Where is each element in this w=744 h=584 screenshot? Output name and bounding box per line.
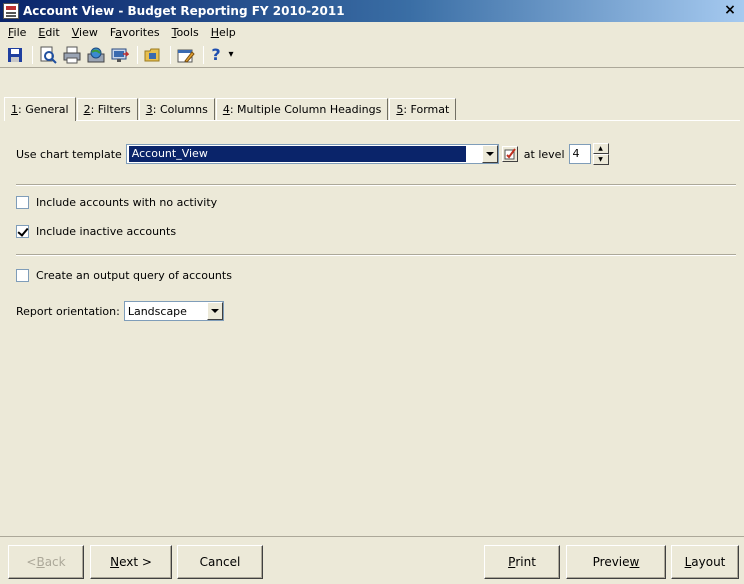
menu-help[interactable]: Help xyxy=(205,26,242,39)
app-icon xyxy=(3,3,19,19)
toolbar: ? ▾ xyxy=(0,42,744,68)
help-icon[interactable]: ? xyxy=(208,44,224,66)
include-inactive-checkbox[interactable] xyxy=(16,225,29,238)
toolbar-separator xyxy=(137,45,138,64)
spin-up-icon[interactable]: ▲ xyxy=(592,143,609,154)
at-level-label: at level xyxy=(523,147,565,161)
cancel-button[interactable]: Cancel xyxy=(177,545,263,579)
menu-favorites[interactable]: Favorites xyxy=(104,26,166,39)
orientation-label: Report orientation: xyxy=(16,304,120,318)
print-preview-icon[interactable] xyxy=(37,44,59,66)
edit-template-icon[interactable] xyxy=(501,146,518,162)
print-icon[interactable] xyxy=(61,44,83,66)
chart-template-label: Use chart template xyxy=(16,147,122,161)
menu-view[interactable]: View xyxy=(66,26,104,39)
chevron-down-icon[interactable] xyxy=(206,302,223,320)
output-query-label: Create an output query of accounts xyxy=(36,269,232,282)
menu-tools[interactable]: Tools xyxy=(166,26,205,39)
chevron-down-icon[interactable] xyxy=(481,145,498,163)
button-bar: < Back Next > Cancel Print Previe w Layou… xyxy=(0,536,744,584)
help-dropdown-icon[interactable]: ▾ xyxy=(226,44,236,66)
chart-template-row: Use chart template Account_View at level… xyxy=(16,143,609,165)
tab-multiple-column-headings[interactable]: 4: Multiple Column Headings xyxy=(215,98,389,120)
include-no-activity-row[interactable]: Include accounts with no activity xyxy=(16,196,217,209)
orientation-row: Report orientation: Landscape xyxy=(16,301,224,321)
properties-icon[interactable] xyxy=(175,44,197,66)
toolbar-separator xyxy=(32,45,33,64)
section-divider xyxy=(16,184,736,186)
preview-button[interactable]: Previe w xyxy=(566,545,666,579)
toolbar-separator xyxy=(203,45,204,64)
orientation-value: Landscape xyxy=(127,304,187,318)
window-title: Account View - Budget Reporting FY 2010-… xyxy=(23,4,345,18)
menu-edit[interactable]: Edit xyxy=(32,26,65,39)
next-button[interactable]: Next > xyxy=(90,545,172,579)
tab-general[interactable]: 1: General xyxy=(4,97,76,121)
orientation-select[interactable]: Landscape xyxy=(123,301,224,321)
globe-icon[interactable] xyxy=(85,44,107,66)
chart-template-value: Account_View xyxy=(128,146,466,162)
transfer-icon[interactable] xyxy=(109,44,131,66)
title-bar: Account View - Budget Reporting FY 2010-… xyxy=(0,0,744,22)
level-spinner[interactable]: ▲ ▼ xyxy=(592,143,609,165)
close-icon[interactable]: × xyxy=(722,2,738,18)
tab-filters[interactable]: 2: Filters xyxy=(76,98,138,120)
include-inactive-row[interactable]: Include inactive accounts xyxy=(16,225,176,238)
section-divider xyxy=(16,254,736,256)
tab-columns[interactable]: 3: Columns xyxy=(138,98,215,120)
tab-strip: 1: General 2: Filters 3: Columns 4: Mult… xyxy=(4,96,457,121)
back-button[interactable]: < Back xyxy=(8,545,84,579)
save-icon[interactable] xyxy=(4,44,26,66)
general-tab-panel xyxy=(4,120,740,534)
include-inactive-label: Include inactive accounts xyxy=(36,225,177,238)
layout-button[interactable]: Layout xyxy=(671,545,739,579)
level-input[interactable]: 4 xyxy=(568,144,591,164)
spin-down-icon[interactable]: ▼ xyxy=(592,154,609,165)
chart-template-select[interactable]: Account_View xyxy=(125,144,499,164)
menu-file[interactable]: File xyxy=(2,26,32,39)
tab-format[interactable]: 5: Format xyxy=(389,98,457,120)
open-folder-icon[interactable] xyxy=(142,44,164,66)
include-no-activity-label: Include accounts with no activity xyxy=(36,196,218,209)
output-query-checkbox[interactable] xyxy=(16,269,29,282)
include-no-activity-checkbox[interactable] xyxy=(16,196,29,209)
menu-bar: File Edit View Favorites Tools Help xyxy=(0,22,744,42)
toolbar-separator xyxy=(170,45,171,64)
print-button[interactable]: Print xyxy=(484,545,560,579)
output-query-row[interactable]: Create an output query of accounts xyxy=(16,269,232,282)
